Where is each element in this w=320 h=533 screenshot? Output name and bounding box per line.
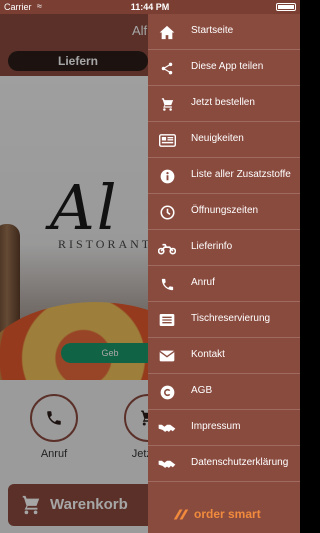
status-bar: Carrier ≈ 11:44 PM <box>0 0 300 14</box>
envelope-icon <box>158 348 176 364</box>
list-icon <box>158 312 176 328</box>
status-time: 11:44 PM <box>130 2 170 12</box>
drawer-item-delivery-info[interactable]: Lieferinfo <box>148 230 300 266</box>
brand-label: order smart <box>194 507 261 521</box>
drawer-item-table-reservation[interactable]: Tischreservierung <box>148 302 300 338</box>
newspaper-icon <box>158 132 176 148</box>
drawer-item-additives[interactable]: Liste aller Zusatzstoffe <box>148 158 300 194</box>
copyright-icon <box>158 384 176 400</box>
cart-icon <box>158 96 176 112</box>
phone-icon <box>158 276 176 292</box>
drawer-item-news[interactable]: Neuigkeiten <box>148 122 300 158</box>
drawer-item-share[interactable]: Diese App teilen <box>148 50 300 86</box>
order-smart-logo-icon <box>172 508 190 526</box>
drawer-item-call[interactable]: Anruf <box>148 266 300 302</box>
drawer-item-startseite[interactable]: Startseite <box>148 14 300 50</box>
order-smart-brand[interactable]: order smart <box>172 506 282 524</box>
info-icon <box>158 168 176 184</box>
drawer-item-label: Jetzt bestellen <box>191 97 255 108</box>
drawer-item-label: Tischreservierung <box>191 313 271 324</box>
motorcycle-icon <box>158 240 176 256</box>
drawer-item-label: Impressum <box>191 421 241 432</box>
drawer-item-label: Diese App teilen <box>191 61 264 72</box>
drawer-item-impressum[interactable]: Impressum <box>148 410 300 446</box>
drawer-item-label: Kontakt <box>191 349 225 360</box>
drawer-item-label: Startseite <box>191 25 234 36</box>
navigation-drawer: Startseite Diese App teilen Jetzt bestel… <box>148 14 300 533</box>
battery-icon <box>276 3 296 11</box>
drawer-item-label: Neuigkeiten <box>191 133 244 144</box>
wifi-icon: ≈ <box>37 1 42 11</box>
app-screen: Carrier ≈ 11:44 PM Alf Liefern Al RISTOR… <box>0 0 300 533</box>
drawer-item-privacy[interactable]: Datenschutzerklärung <box>148 446 300 482</box>
drawer-item-contact[interactable]: Kontakt <box>148 338 300 374</box>
drawer-item-opening-hours[interactable]: Öffnungszeiten <box>148 194 300 230</box>
drawer-item-label: Lieferinfo <box>191 241 233 252</box>
drawer-item-label: Anruf <box>191 277 215 288</box>
handshake-icon <box>158 456 176 472</box>
drawer-item-label: AGB <box>191 385 213 396</box>
share-icon <box>158 60 176 76</box>
drawer-item-agb[interactable]: AGB <box>148 374 300 410</box>
clock-icon <box>158 204 176 220</box>
drawer-item-order[interactable]: Jetzt bestellen <box>148 86 300 122</box>
drawer-item-label: Öffnungszeiten <box>191 205 259 216</box>
drawer-item-label: Liste aller Zusatzstoffe <box>191 169 291 180</box>
carrier-label: Carrier <box>4 2 32 12</box>
handshake-icon <box>158 420 176 436</box>
drawer-item-label: Datenschutzerklärung <box>191 457 289 468</box>
drawer-overlay[interactable] <box>0 14 148 533</box>
home-icon <box>158 24 176 40</box>
